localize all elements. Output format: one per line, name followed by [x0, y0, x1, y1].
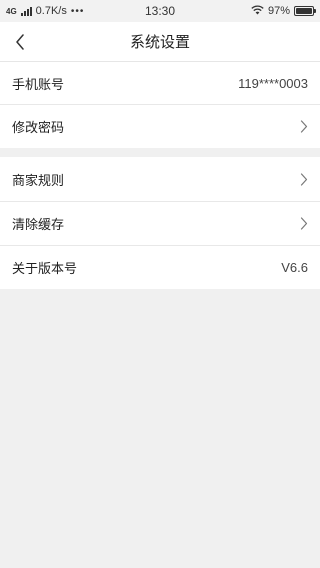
- network-speed: 0.7K/s: [35, 5, 67, 17]
- chevron-right-icon: [300, 119, 308, 133]
- signal-icon: [20, 6, 32, 16]
- network-type: 4G: [6, 6, 17, 16]
- battery-icon: [294, 6, 316, 16]
- row-value: 119****0003: [238, 75, 308, 91]
- row-label: 商家规则: [12, 173, 65, 189]
- status-bar-right: 97%: [204, 4, 316, 18]
- battery-fill: [296, 8, 312, 14]
- settings-group-general: 商家规则 清除缓存 关于版本号 V6.6: [0, 157, 320, 289]
- battery-percent: 97%: [267, 5, 290, 17]
- nav-bar: 系统设置: [0, 22, 320, 62]
- back-button[interactable]: [6, 28, 34, 56]
- more-notifications-icon: •••: [70, 5, 85, 17]
- settings-row-phone-account[interactable]: 手机账号 119****0003: [0, 62, 320, 104]
- status-bar-left: 4G 0.7K/s •••: [6, 5, 116, 17]
- settings-row-change-password[interactable]: 修改密码: [0, 104, 320, 148]
- status-time: 13:30: [144, 4, 176, 18]
- chevron-right-icon: [300, 172, 308, 186]
- row-value: V6.6: [281, 259, 308, 275]
- settings-group-account: 手机账号 119****0003 修改密码: [0, 62, 320, 148]
- chevron-left-icon: [16, 34, 24, 50]
- row-label: 手机账号: [12, 77, 65, 93]
- wifi-icon: [251, 4, 264, 18]
- row-label: 关于版本号: [12, 261, 78, 277]
- settings-row-merchant-rules[interactable]: 商家规则: [0, 157, 320, 201]
- status-bar: 4G 0.7K/s ••• 13:30 97%: [0, 0, 320, 22]
- settings-row-version[interactable]: 关于版本号 V6.6: [0, 245, 320, 289]
- row-label: 修改密码: [12, 120, 65, 136]
- row-label: 清除缓存: [12, 217, 65, 233]
- chevron-right-icon: [300, 216, 308, 230]
- page-title: 系统设置: [129, 33, 190, 51]
- settings-row-clear-cache[interactable]: 清除缓存: [0, 201, 320, 245]
